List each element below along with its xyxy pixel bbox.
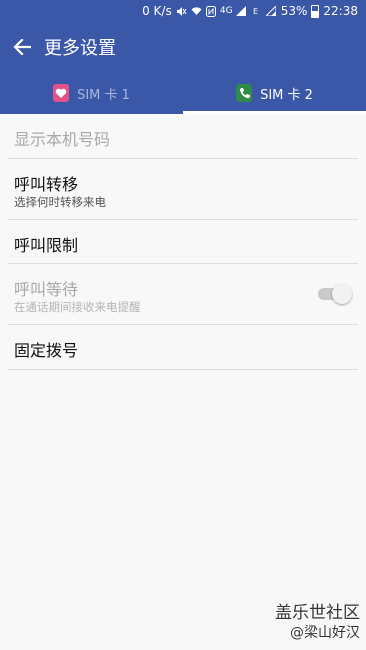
page-title: 更多设置: [44, 38, 116, 59]
sim-tabs: SIM 卡 1 SIM 卡 2: [0, 72, 366, 114]
setting-call-forwarding[interactable]: 呼叫转移 选择何时转移来电: [8, 159, 358, 220]
phone-sim-icon: [236, 84, 253, 102]
mute-icon: [176, 5, 187, 17]
setting-title: 呼叫限制: [14, 236, 79, 255]
arrow-left-icon: [13, 39, 31, 55]
wifi-icon: [191, 5, 202, 17]
signal2-icon: [266, 5, 277, 17]
setting-call-barring[interactable]: 呼叫限制: [8, 220, 358, 264]
clock: 22:38: [323, 4, 358, 18]
call-waiting-toggle[interactable]: [318, 284, 352, 304]
signal-icon: [236, 5, 247, 17]
nfc-icon: [206, 5, 217, 17]
setting-call-waiting[interactable]: 呼叫等待 在通话期间接收来电提醒: [8, 264, 358, 325]
watermark-user: @梁山好汉: [290, 625, 360, 641]
net-speed: 0 K/s: [142, 4, 172, 18]
setting-title: 呼叫等待: [14, 280, 79, 299]
toggle-knob: [332, 284, 352, 304]
back-button[interactable]: [0, 22, 44, 72]
tab-sim-2[interactable]: SIM 卡 2: [183, 72, 366, 114]
tab-sim-1[interactable]: SIM 卡 1: [0, 72, 183, 114]
4g-icon: 4G: [219, 5, 233, 16]
watermark-community: 盖乐世社区: [275, 603, 360, 623]
svg-text:E: E: [253, 7, 258, 16]
settings-list: 显示本机号码 呼叫转移 选择何时转移来电 呼叫限制 呼叫等待 在通话期间接收来电…: [0, 114, 366, 370]
status-bar: 0 K/s 4G E 53% 22:38: [0, 0, 366, 22]
sim2-e-icon: E: [251, 5, 262, 17]
setting-title: 呼叫转移: [14, 175, 79, 194]
setting-show-my-number[interactable]: 显示本机号码: [8, 114, 358, 159]
tab-sim-2-label: SIM 卡 2: [260, 87, 313, 103]
tab-sim-1-label: SIM 卡 1: [77, 87, 130, 103]
battery-icon: [311, 4, 320, 18]
setting-title: 显示本机号码: [14, 130, 111, 149]
setting-subtitle: 在通话期间接收来电提醒: [14, 300, 141, 314]
heart-sim-icon: [53, 84, 70, 102]
setting-subtitle: 选择何时转移来电: [14, 195, 106, 209]
setting-fixed-dialing[interactable]: 固定拨号: [8, 325, 358, 370]
app-bar: 更多设置: [0, 22, 366, 72]
setting-title: 固定拨号: [14, 341, 79, 360]
battery-percent: 53%: [280, 4, 308, 18]
